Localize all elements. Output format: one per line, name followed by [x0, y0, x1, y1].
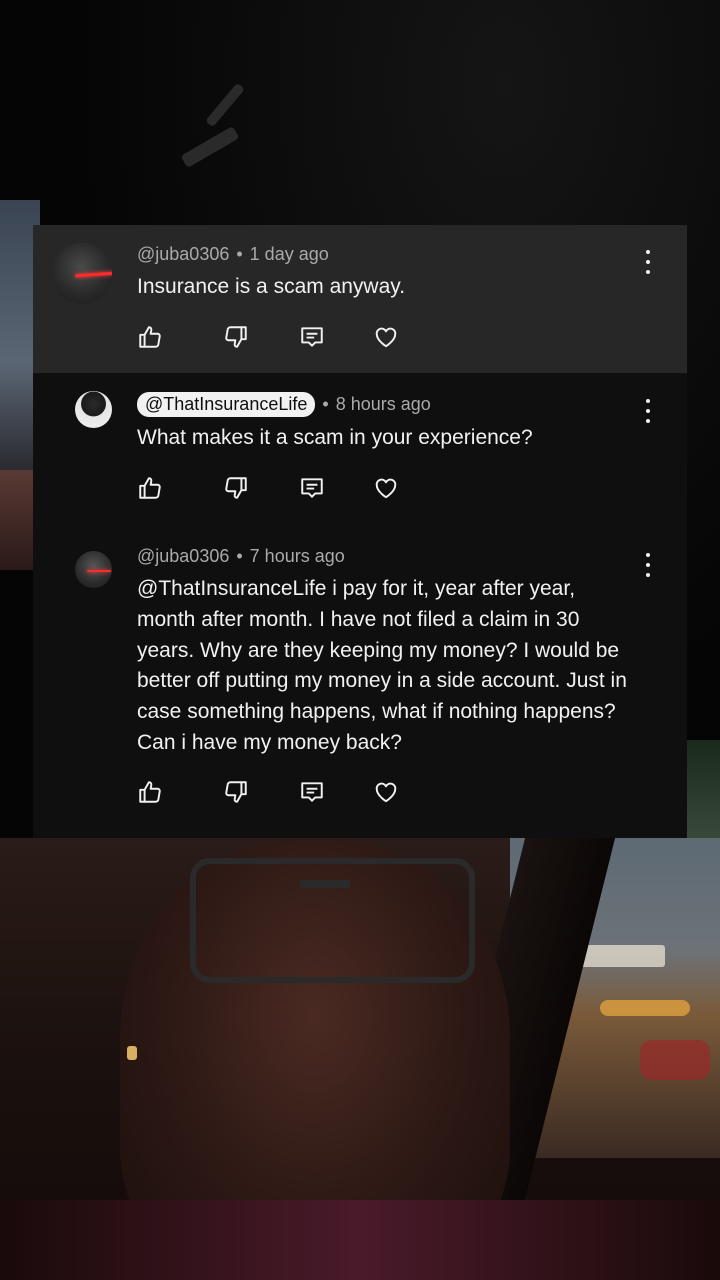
comment-actions [137, 475, 407, 499]
comment-time: 7 hours ago [249, 546, 345, 566]
comment-time: 1 day ago [249, 244, 329, 264]
comment-author[interactable]: @juba0306 [137, 244, 229, 265]
street-light [600, 1000, 690, 1016]
comment-actions [137, 779, 407, 803]
comment-text: @ThatInsuranceLife i pay for it, year af… [137, 577, 627, 754]
comment-meta: @ThatInsuranceLife • 8 hours ago [137, 392, 431, 417]
shirt [0, 1200, 720, 1280]
thumbs-down-icon[interactable] [223, 475, 249, 501]
thumbs-up-icon[interactable] [137, 779, 163, 805]
reply-icon[interactable] [299, 779, 325, 805]
reply-item: @ThatInsuranceLife • 8 hours ago What ma… [33, 373, 687, 533]
heart-icon[interactable] [373, 324, 399, 350]
lightsaber [74, 271, 112, 278]
comment-item: @juba0306 • 1 day ago Insurance is a sca… [33, 225, 687, 373]
reply-icon[interactable] [299, 475, 325, 501]
vader-avatar[interactable] [51, 243, 112, 304]
more-icon[interactable] [639, 553, 657, 577]
comment-meta: @juba0306 • 7 hours ago [137, 546, 345, 567]
separator-dot: • [322, 394, 329, 414]
thumbs-up-icon[interactable] [137, 324, 163, 350]
thumbs-up-icon[interactable] [137, 475, 163, 501]
comment-time: 8 hours ago [335, 394, 431, 414]
comment-actions [137, 324, 407, 348]
vehicle-tail-light [640, 1040, 710, 1080]
right-window-edge [686, 740, 720, 840]
eyeglasses-bridge [300, 880, 350, 888]
heart-icon[interactable] [373, 475, 399, 501]
comment-text: Insurance is a scam anyway. [137, 275, 406, 298]
comment-text: What makes it a scam in your experience? [137, 426, 533, 449]
lightsaber [87, 570, 111, 572]
thumbs-down-icon[interactable] [223, 324, 249, 350]
vader-avatar[interactable] [75, 551, 112, 588]
separator-dot: • [236, 244, 243, 264]
thumbs-down-icon[interactable] [223, 779, 249, 805]
eyeglasses [190, 858, 475, 983]
creator-handle-badge[interactable]: @ThatInsuranceLife [137, 392, 316, 417]
reply-icon[interactable] [299, 324, 325, 350]
separator-dot: • [236, 546, 243, 566]
more-icon[interactable] [639, 399, 657, 423]
comment-author[interactable]: @juba0306 [137, 546, 229, 567]
comments-panel: @juba0306 • 1 day ago Insurance is a sca… [33, 225, 687, 838]
heart-icon[interactable] [373, 779, 399, 805]
reply-item: @juba0306 • 7 hours ago @ThatInsuranceLi… [33, 533, 687, 838]
person-avatar[interactable] [75, 391, 112, 428]
earring [127, 1046, 137, 1060]
more-icon[interactable] [639, 250, 657, 274]
comment-meta: @juba0306 • 1 day ago [137, 244, 329, 265]
